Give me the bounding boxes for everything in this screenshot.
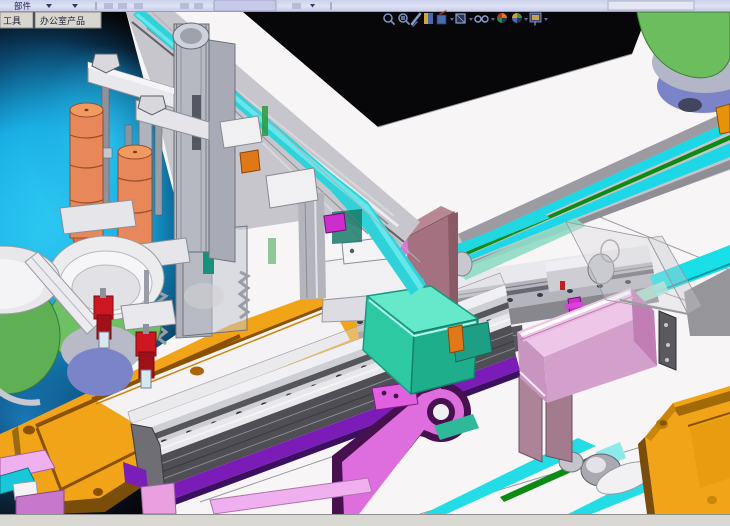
svg-text:工具: 工具: [3, 16, 21, 26]
svg-text:办公室产品: 办公室产品: [40, 15, 85, 26]
svg-text:部件: 部件: [14, 1, 32, 11]
